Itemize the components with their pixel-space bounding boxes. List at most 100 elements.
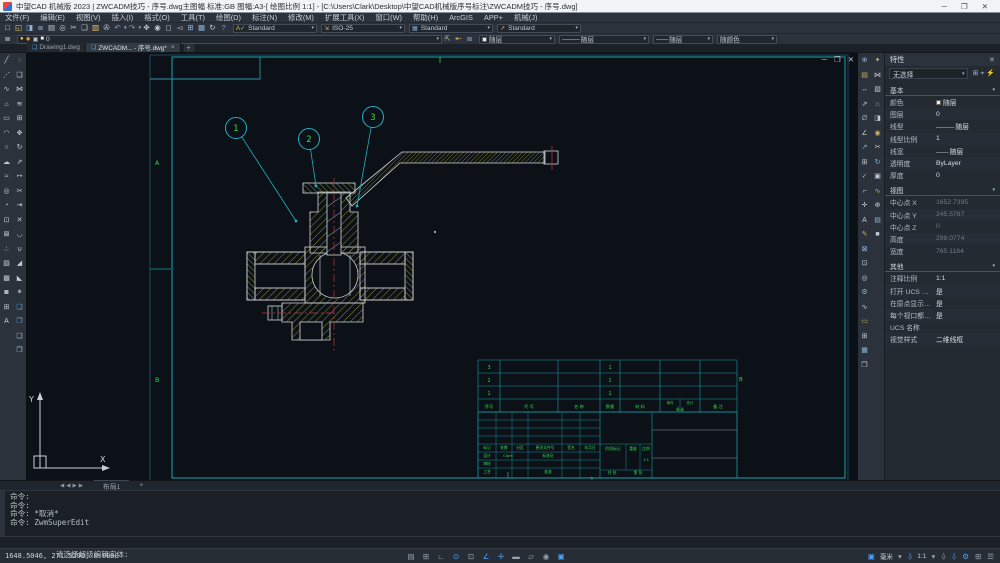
- aligned-dim-icon[interactable]: ⇗: [859, 98, 871, 113]
- add-layout-button[interactable]: +: [130, 481, 152, 491]
- snap-toggle[interactable]: ▤: [405, 551, 417, 562]
- property-row[interactable]: 打开 UCS …是: [885, 284, 1000, 296]
- transparency-toggle[interactable]: ▱: [525, 551, 537, 562]
- named-views-icon[interactable]: ▦: [196, 23, 207, 33]
- line-icon[interactable]: ╱: [1, 54, 13, 69]
- save-icon[interactable]: ◨: [24, 23, 35, 33]
- chevron-down-icon[interactable]: ▾: [576, 25, 579, 31]
- new-icon[interactable]: □: [2, 23, 13, 33]
- property-row[interactable]: 线型比例1: [885, 133, 1000, 145]
- auto-annotation-icon[interactable]: ⍙: [940, 551, 947, 562]
- edit-text-icon[interactable]: ✎: [859, 228, 871, 243]
- preview-icon[interactable]: ◎: [57, 23, 68, 33]
- gradient-icon[interactable]: ▩: [1, 272, 13, 287]
- text-style-combo[interactable]: A✓Standard▾: [233, 24, 317, 33]
- redo-icon[interactable]: ↷: [127, 23, 138, 33]
- tolerance-icon[interactable]: ⊞: [859, 156, 871, 171]
- chevron-down-icon[interactable]: ▾: [549, 36, 552, 42]
- arc-icon[interactable]: ◠: [1, 127, 13, 142]
- layer-color-icon[interactable]: ■: [40, 36, 44, 42]
- send-back-icon[interactable]: ❐: [14, 315, 26, 330]
- maximize-button[interactable]: ❐: [961, 2, 968, 11]
- quick-select-icon[interactable]: ⚡: [986, 70, 995, 77]
- layer-states-icon[interactable]: ⧈: [464, 34, 475, 44]
- copy-object-icon[interactable]: ❏: [14, 69, 26, 84]
- hatch-tool-icon[interactable]: ▧: [872, 83, 884, 98]
- property-value[interactable]: 0: [936, 172, 1000, 179]
- select-objects-icon[interactable]: ⌖: [980, 70, 984, 77]
- property-row[interactable]: 中心点 Z0: [885, 221, 1000, 233]
- gear-tool-icon[interactable]: ⚙: [859, 286, 871, 301]
- chevron-down-icon[interactable]: ▾: [992, 263, 995, 269]
- circle-icon[interactable]: ○: [1, 141, 13, 156]
- mtext-icon[interactable]: A: [1, 315, 13, 330]
- properties-close-icon[interactable]: ✕: [989, 55, 995, 64]
- diameter-dim-icon[interactable]: ∅: [859, 112, 871, 127]
- property-value[interactable]: 765.1184: [936, 248, 1000, 255]
- open-icon[interactable]: ◱: [13, 23, 24, 33]
- scale-icon[interactable]: ⇗: [14, 156, 26, 171]
- balloon-2[interactable]: 2: [299, 129, 320, 188]
- property-row[interactable]: 线宽——随层: [885, 145, 1000, 157]
- pan-icon[interactable]: ✥: [141, 23, 152, 33]
- menu-item-12[interactable]: ArcGIS: [449, 13, 473, 22]
- break-point-icon[interactable]: ✕: [14, 214, 26, 229]
- surface-symbol-icon[interactable]: ✓: [859, 170, 871, 185]
- mirror-icon[interactable]: ⋈: [14, 83, 26, 98]
- dim-edit-icon[interactable]: ⊕: [872, 199, 884, 214]
- paste-icon[interactable]: ▨: [90, 23, 101, 33]
- tab-close-icon[interactable]: ×: [171, 44, 175, 51]
- document-tab-0[interactable]: ❏Drawing1.dwg: [27, 43, 86, 52]
- zoom-window-icon[interactable]: ◻: [163, 23, 174, 33]
- doc-close-button[interactable]: ✕: [848, 55, 854, 64]
- property-row[interactable]: 高度298.0774: [885, 233, 1000, 245]
- make-block-icon[interactable]: ⊠: [1, 228, 13, 243]
- chevron-down-icon[interactable]: ▾: [707, 36, 710, 42]
- linear-dim-icon[interactable]: ↔: [859, 83, 871, 98]
- chevron-down-icon[interactable]: ▾: [436, 36, 439, 42]
- zoom-previous-icon[interactable]: ◅: [174, 23, 185, 33]
- purge-icon[interactable]: ■: [872, 228, 884, 243]
- linetype-dropdown[interactable]: ———随层▾: [559, 35, 649, 44]
- property-row[interactable]: 线型———随层: [885, 120, 1000, 132]
- polyline-icon[interactable]: ∿: [1, 83, 13, 98]
- array-icon[interactable]: ⊞: [14, 112, 26, 127]
- erase-icon[interactable]: ◌: [14, 54, 26, 69]
- grid-toggle[interactable]: ⊞: [420, 551, 432, 562]
- property-value[interactable]: ByLayer: [936, 160, 1000, 167]
- property-value[interactable]: 1652.7395: [936, 199, 1000, 206]
- title-block[interactable]: 标记处数分区更改文件号签名年月日设计Clark标准化审核工艺批准阶段标记重量比例…: [478, 412, 737, 478]
- layer-previous-icon[interactable]: ⇤: [453, 34, 464, 44]
- ortho-toggle[interactable]: ∟: [435, 551, 447, 562]
- property-row[interactable]: 透明度ByLayer: [885, 157, 1000, 169]
- property-value[interactable]: 随层: [936, 97, 1000, 107]
- construct-icon[interactable]: ⌂: [872, 98, 884, 113]
- balloon-1[interactable]: 1: [226, 118, 298, 223]
- shaft-icon[interactable]: ▭: [859, 315, 871, 330]
- cycle-toggle[interactable]: ◉: [540, 551, 552, 562]
- layer-on-icon[interactable]: ●: [20, 36, 24, 42]
- drawing-canvas[interactable]: ─ ❐ ✕: [26, 53, 858, 480]
- color-dropdown[interactable]: 随层▾: [479, 35, 555, 44]
- fillet-icon[interactable]: ◣: [14, 272, 26, 287]
- explode-icon[interactable]: ✶: [14, 286, 26, 301]
- property-value[interactable]: 1:1: [936, 275, 1000, 282]
- chevron-down-icon[interactable]: ▾: [312, 25, 315, 31]
- offset-icon[interactable]: ≋: [14, 98, 26, 113]
- clean-screen-icon[interactable]: ⊞: [974, 551, 982, 562]
- property-value[interactable]: 245.5787: [936, 211, 1000, 218]
- parts-list-table[interactable]: 312111序号代 号名 称数量材 料单件总计重 量备 注: [478, 360, 737, 412]
- table-style-combo[interactable]: ▦Standard▾: [409, 24, 493, 33]
- tab-nav-arrows-icon[interactable]: ◀◀▶▶: [60, 483, 85, 489]
- title-block-icon[interactable]: ▦: [859, 344, 871, 359]
- symmetry-icon[interactable]: ⋈: [872, 69, 884, 84]
- trim-icon[interactable]: ✂: [14, 185, 26, 200]
- block-lib-icon[interactable]: ⊠: [859, 243, 871, 258]
- regen-icon[interactable]: ↻: [207, 23, 218, 33]
- status-menu-icon[interactable]: ☰: [986, 551, 995, 562]
- revcloud-icon[interactable]: ☁: [1, 156, 13, 171]
- bring-above-icon[interactable]: ❏: [14, 330, 26, 345]
- stretch-icon[interactable]: ↦: [14, 170, 26, 185]
- bom-table-icon[interactable]: ▤: [859, 69, 871, 84]
- layer-freeze-icon[interactable]: ✹: [26, 36, 31, 43]
